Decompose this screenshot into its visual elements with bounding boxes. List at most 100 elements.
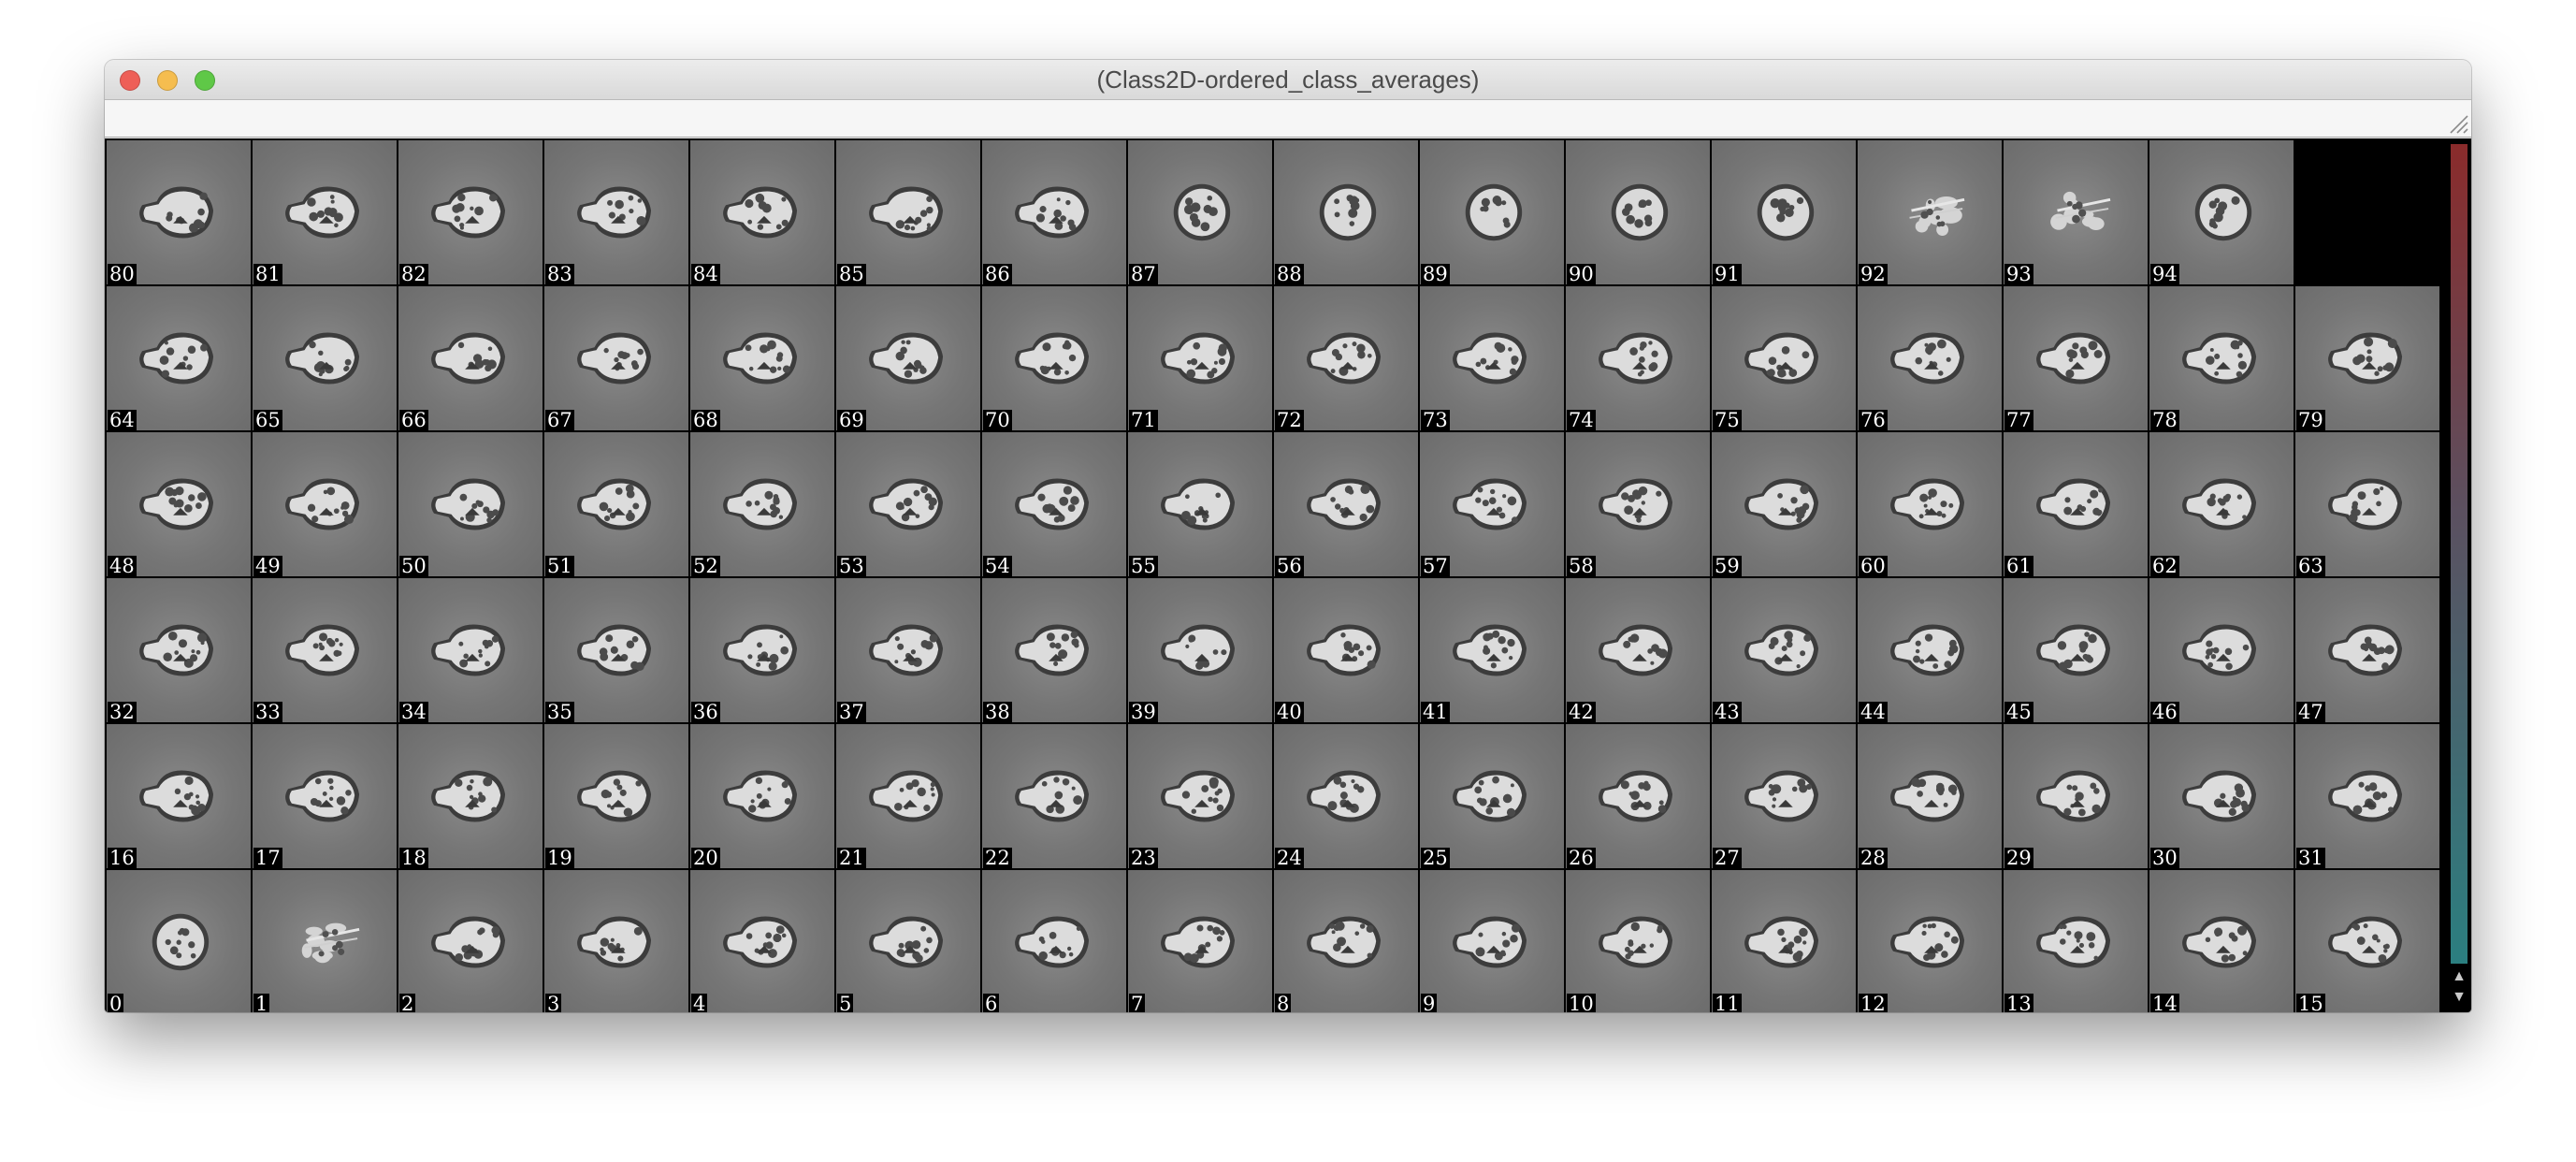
class-average-tile[interactable]: 32: [107, 578, 251, 722]
class-average-tile[interactable]: 6: [982, 870, 1126, 1012]
class-average-tile[interactable]: 17: [253, 724, 397, 868]
class-average-tile[interactable]: 44: [1858, 578, 2002, 722]
class-average-tile[interactable]: 4: [690, 870, 834, 1012]
class-average-tile[interactable]: 94: [2149, 140, 2294, 284]
class-average-tile[interactable]: 76: [1858, 286, 2002, 430]
class-average-tile[interactable]: 66: [398, 286, 543, 430]
class-average-tile[interactable]: 48: [107, 432, 251, 576]
class-average-tile[interactable]: 24: [1274, 724, 1418, 868]
class-average-tile[interactable]: 61: [2004, 432, 2148, 576]
class-average-tile[interactable]: 2: [398, 870, 543, 1012]
triangle-up-icon[interactable]: ▲: [2451, 967, 2467, 986]
scroll-track[interactable]: [2451, 144, 2467, 964]
class-average-tile[interactable]: 40: [1274, 578, 1418, 722]
class-average-tile[interactable]: 35: [544, 578, 688, 722]
class-average-tile[interactable]: 70: [982, 286, 1126, 430]
class-average-tile[interactable]: 9: [1420, 870, 1564, 1012]
class-average-tile[interactable]: 51: [544, 432, 688, 576]
class-average-tile[interactable]: 46: [2149, 578, 2294, 722]
class-average-tile[interactable]: 43: [1712, 578, 1856, 722]
class-average-tile[interactable]: 33: [253, 578, 397, 722]
class-average-tile[interactable]: 8: [1274, 870, 1418, 1012]
class-average-tile[interactable]: 31: [2295, 724, 2439, 868]
class-average-tile[interactable]: 39: [1128, 578, 1272, 722]
class-average-tile[interactable]: 55: [1128, 432, 1272, 576]
class-average-tile[interactable]: 72: [1274, 286, 1418, 430]
class-average-tile[interactable]: 93: [2004, 140, 2148, 284]
title-bar[interactable]: (Class2D-ordered_class_averages): [105, 60, 2471, 100]
class-average-tile[interactable]: 27: [1712, 724, 1856, 868]
class-average-tile[interactable]: 22: [982, 724, 1126, 868]
class-average-tile[interactable]: 85: [836, 140, 980, 284]
class-average-tile[interactable]: 67: [544, 286, 688, 430]
class-average-tile[interactable]: 26: [1566, 724, 1710, 868]
class-average-tile[interactable]: 73: [1420, 286, 1564, 430]
class-average-tile[interactable]: 50: [398, 432, 543, 576]
class-average-tile[interactable]: 69: [836, 286, 980, 430]
class-average-tile[interactable]: 91: [1712, 140, 1856, 284]
class-average-tile[interactable]: 60: [1858, 432, 2002, 576]
class-average-tile[interactable]: 62: [2149, 432, 2294, 576]
class-average-tile[interactable]: 63: [2295, 432, 2439, 576]
class-average-tile[interactable]: 42: [1566, 578, 1710, 722]
class-average-grid[interactable]: 80 81 82 83 84 85 86 87 88 89 90 91 92 93 94 64 65 66 67 68…: [105, 138, 2447, 1012]
class-average-tile[interactable]: 64: [107, 286, 251, 430]
class-average-tile[interactable]: 88: [1274, 140, 1418, 284]
class-average-tile[interactable]: 10: [1566, 870, 1710, 1012]
triangle-down-icon[interactable]: ▼: [2451, 988, 2467, 1007]
class-average-tile[interactable]: 13: [2004, 870, 2148, 1012]
class-average-tile[interactable]: 14: [2149, 870, 2294, 1012]
class-average-tile[interactable]: 49: [253, 432, 397, 576]
class-average-tile[interactable]: 45: [2004, 578, 2148, 722]
class-average-tile[interactable]: 28: [1858, 724, 2002, 868]
class-average-tile[interactable]: 68: [690, 286, 834, 430]
class-average-tile[interactable]: 29: [2004, 724, 2148, 868]
class-average-tile[interactable]: 16: [107, 724, 251, 868]
class-average-tile[interactable]: 83: [544, 140, 688, 284]
class-average-tile[interactable]: 57: [1420, 432, 1564, 576]
class-average-tile[interactable]: 87: [1128, 140, 1272, 284]
vertical-scrollbar[interactable]: ▲ ▼: [2447, 138, 2471, 1012]
class-average-tile[interactable]: 5: [836, 870, 980, 1012]
class-average-tile[interactable]: 77: [2004, 286, 2148, 430]
class-average-tile[interactable]: 15: [2295, 870, 2439, 1012]
class-average-tile[interactable]: 56: [1274, 432, 1418, 576]
class-average-tile[interactable]: 90: [1566, 140, 1710, 284]
class-average-tile[interactable]: 36: [690, 578, 834, 722]
class-average-tile[interactable]: 82: [398, 140, 543, 284]
class-average-tile[interactable]: 38: [982, 578, 1126, 722]
class-average-tile[interactable]: 41: [1420, 578, 1564, 722]
class-average-tile[interactable]: 25: [1420, 724, 1564, 868]
class-average-tile[interactable]: 81: [253, 140, 397, 284]
class-average-tile[interactable]: 59: [1712, 432, 1856, 576]
class-average-tile[interactable]: 86: [982, 140, 1126, 284]
class-average-tile[interactable]: 0: [107, 870, 251, 1012]
class-average-tile[interactable]: 12: [1858, 870, 2002, 1012]
class-average-tile[interactable]: 47: [2295, 578, 2439, 722]
class-average-tile[interactable]: 79: [2295, 286, 2439, 430]
class-average-tile[interactable]: 71: [1128, 286, 1272, 430]
class-average-tile[interactable]: 1: [253, 870, 397, 1012]
class-average-tile[interactable]: 34: [398, 578, 543, 722]
class-average-tile[interactable]: 80: [107, 140, 251, 284]
class-average-tile[interactable]: 58: [1566, 432, 1710, 576]
class-average-tile[interactable]: 74: [1566, 286, 1710, 430]
class-average-tile[interactable]: 78: [2149, 286, 2294, 430]
class-average-tile[interactable]: 75: [1712, 286, 1856, 430]
class-average-tile[interactable]: 52: [690, 432, 834, 576]
class-average-tile[interactable]: 20: [690, 724, 834, 868]
class-average-tile[interactable]: 54: [982, 432, 1126, 576]
class-average-tile[interactable]: 21: [836, 724, 980, 868]
class-average-tile[interactable]: 19: [544, 724, 688, 868]
class-average-tile[interactable]: 3: [544, 870, 688, 1012]
class-average-tile[interactable]: 89: [1420, 140, 1564, 284]
class-average-tile[interactable]: 30: [2149, 724, 2294, 868]
class-average-tile[interactable]: 23: [1128, 724, 1272, 868]
class-average-tile[interactable]: 37: [836, 578, 980, 722]
class-average-tile[interactable]: 7: [1128, 870, 1272, 1012]
class-average-tile[interactable]: 84: [690, 140, 834, 284]
class-average-tile[interactable]: 65: [253, 286, 397, 430]
class-average-tile[interactable]: 92: [1858, 140, 2002, 284]
class-average-tile[interactable]: 18: [398, 724, 543, 868]
class-average-tile[interactable]: 11: [1712, 870, 1856, 1012]
